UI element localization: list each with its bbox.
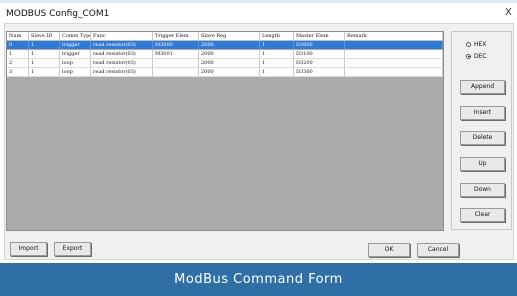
- cell-func[interactable]: read resistor(03): [91, 68, 153, 76]
- table-row[interactable]: 2 1 loop read resistor(03) 2000 1 D3200: [7, 59, 443, 68]
- cell-master-elem[interactable]: D3200: [294, 59, 345, 67]
- radio-unselected-icon[interactable]: [466, 41, 471, 47]
- cell-slave-reg[interactable]: 2000: [199, 50, 260, 58]
- cell-num[interactable]: 3: [7, 68, 29, 76]
- cell-length[interactable]: 1: [260, 50, 294, 58]
- cell-slave-reg[interactable]: 2000: [199, 59, 260, 67]
- cell-comm-type[interactable]: trigger: [60, 41, 91, 49]
- column-header-num[interactable]: Num: [7, 32, 29, 40]
- hex-radio-label: HEX: [474, 40, 487, 48]
- cell-trigger-elem[interactable]: [153, 68, 199, 76]
- table-row[interactable]: 1 1 trigger read resistor(03) M3001 2000…: [7, 50, 443, 59]
- append-button[interactable]: Append: [460, 80, 505, 94]
- title-bar: MODBUS Config_COM1 X: [0, 3, 517, 23]
- column-header-comm-type[interactable]: Comm Type: [60, 32, 91, 40]
- cell-num[interactable]: 2: [7, 59, 29, 67]
- ok-button[interactable]: OK: [368, 243, 410, 257]
- cell-remark[interactable]: [345, 59, 443, 67]
- insert-button[interactable]: Insert: [460, 106, 505, 120]
- column-header-master-elem[interactable]: Master Elem: [294, 32, 345, 40]
- dec-radio[interactable]: DEC: [466, 52, 487, 60]
- export-button[interactable]: Export: [54, 242, 91, 256]
- cell-remark[interactable]: [345, 68, 443, 76]
- cell-remark[interactable]: [345, 41, 443, 49]
- clear-button[interactable]: Clear: [460, 208, 505, 222]
- column-header-slave-reg[interactable]: Slave Reg: [199, 32, 260, 40]
- caption-banner: ModBus Command Form: [0, 263, 517, 296]
- command-table[interactable]: Num Slave ID Comm Type Func Trigger Elem…: [6, 31, 444, 231]
- cancel-button[interactable]: Cancel: [417, 243, 459, 257]
- import-button[interactable]: Import: [10, 242, 47, 256]
- screenshot-frame: MODBUS Config_COM1 X Num Slave ID Comm T…: [0, 0, 517, 296]
- cell-trigger-elem[interactable]: [153, 59, 199, 67]
- cell-func[interactable]: read resistor(03): [91, 50, 153, 58]
- column-header-trigger-elem[interactable]: Trigger Elem: [153, 32, 199, 40]
- cell-trigger-elem[interactable]: M3001: [153, 50, 199, 58]
- cell-num[interactable]: 0: [7, 41, 29, 49]
- table-row-selected[interactable]: 0 1 trigger read resistor(03) M3000 2000…: [7, 41, 443, 49]
- delete-button[interactable]: Delete: [460, 131, 505, 145]
- cell-func[interactable]: read resistor(03): [91, 59, 153, 67]
- column-header-slave-id[interactable]: Slave ID: [29, 32, 60, 40]
- table-row[interactable]: 3 1 loop read resistor(03) 2000 1 D3300: [7, 68, 443, 77]
- cell-comm-type[interactable]: loop: [60, 68, 91, 76]
- cell-trigger-elem[interactable]: M3000: [153, 41, 199, 49]
- column-header-func[interactable]: Func: [91, 32, 153, 40]
- dec-radio-label: DEC: [474, 52, 487, 60]
- cell-length[interactable]: 1: [260, 41, 294, 49]
- cell-slave-reg[interactable]: 2000: [199, 68, 260, 76]
- radio-selected-icon[interactable]: [466, 53, 471, 59]
- cell-master-elem[interactable]: D3000: [294, 41, 345, 49]
- down-button[interactable]: Down: [460, 183, 505, 197]
- cell-num[interactable]: 1: [7, 50, 29, 58]
- cell-slave-id[interactable]: 1: [29, 50, 60, 58]
- cell-length[interactable]: 1: [260, 68, 294, 76]
- cell-slave-id[interactable]: 1: [29, 59, 60, 67]
- table-header-row: Num Slave ID Comm Type Func Trigger Elem…: [7, 32, 443, 41]
- cell-slave-id[interactable]: 1: [29, 41, 60, 49]
- cell-comm-type[interactable]: trigger: [60, 50, 91, 58]
- cell-slave-id[interactable]: 1: [29, 68, 60, 76]
- cell-func[interactable]: read resistor(03): [91, 41, 153, 49]
- cell-comm-type[interactable]: loop: [60, 59, 91, 67]
- cell-slave-reg[interactable]: 2000: [199, 41, 260, 49]
- close-icon[interactable]: X: [505, 8, 512, 18]
- column-header-remark[interactable]: Remark: [345, 32, 443, 40]
- cell-master-elem[interactable]: D3100: [294, 50, 345, 58]
- cell-master-elem[interactable]: D3300: [294, 68, 345, 76]
- hex-radio[interactable]: HEX: [466, 40, 486, 48]
- column-header-length[interactable]: Length: [260, 32, 294, 40]
- window-title: MODBUS Config_COM1: [6, 9, 110, 19]
- cell-remark[interactable]: [345, 50, 443, 58]
- cell-length[interactable]: 1: [260, 59, 294, 67]
- up-button[interactable]: Up: [460, 157, 505, 171]
